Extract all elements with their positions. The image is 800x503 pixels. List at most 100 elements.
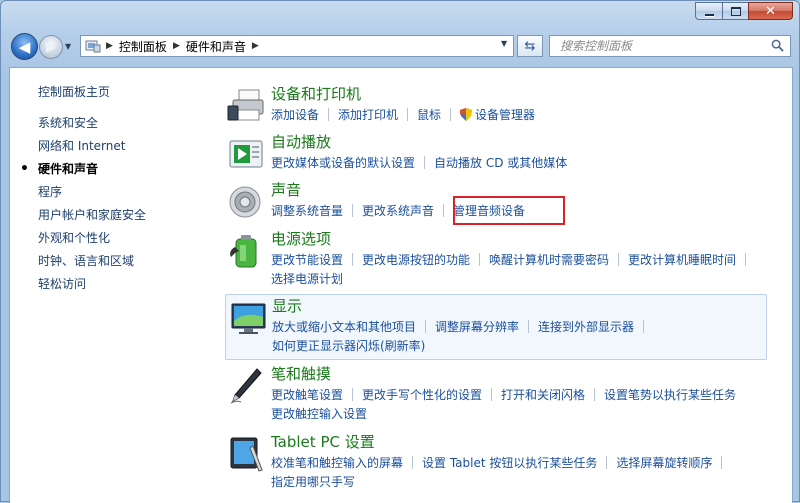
maximize-icon <box>730 6 741 16</box>
category-title[interactable]: Tablet PC 设置 <box>271 431 375 452</box>
sidebar-item-ease-of-access[interactable]: 轻松访问 <box>38 273 208 296</box>
link-choose-power-plan[interactable]: 选择电源计划 <box>271 270 343 289</box>
category-title[interactable]: 笔和触摸 <box>271 363 331 384</box>
link-divider <box>425 320 427 333</box>
back-button[interactable]: ◀ <box>11 33 38 60</box>
search-placeholder: 搜索控制面板 <box>560 39 633 53</box>
link-manage-audio-devices[interactable]: 管理音频设备 <box>453 202 525 221</box>
refresh-icon: ⇆ <box>524 38 536 54</box>
link-divider <box>352 204 354 217</box>
link-divider <box>528 320 530 333</box>
search-input[interactable]: 搜索控制面板 <box>549 35 791 57</box>
link-change-sleep-time[interactable]: 更改计算机睡眠时间 <box>628 251 736 270</box>
link-power-button-function[interactable]: 更改电源按钮的功能 <box>362 251 470 270</box>
link-divider <box>424 156 426 169</box>
category-links: 添加设备 添加打印机 鼠标 设备管理器 <box>271 106 771 125</box>
link-mouse[interactable]: 鼠标 <box>417 106 441 125</box>
sidebar-item-programs[interactable]: 程序 <box>38 181 208 204</box>
link-divider <box>594 388 596 401</box>
tablet-icon <box>230 437 263 472</box>
uac-shield-icon <box>460 108 473 121</box>
sidebar-item-appearance[interactable]: 外观和个性化 <box>38 227 208 250</box>
battery-icon <box>230 235 257 268</box>
category-tablet-pc-settings: Tablet PC 设置 校准笔和触控输入的屏幕 设置 Tablet 按钮以执行某… <box>222 431 766 495</box>
category-title[interactable]: 电源选项 <box>271 228 331 249</box>
link-divider <box>412 456 414 469</box>
category-title[interactable]: 声音 <box>271 179 301 200</box>
link-adjust-resolution[interactable]: 调整屏幕分辨率 <box>435 318 519 337</box>
breadcrumb-control-panel[interactable]: 控制面板 <box>119 38 167 55</box>
refresh-button[interactable]: ⇆ <box>517 35 543 57</box>
link-divider <box>643 320 645 333</box>
sidebar-item-user-accounts[interactable]: 用户帐户和家庭安全 <box>38 204 208 227</box>
breadcrumb-separator[interactable]: ▶ <box>252 41 259 51</box>
link-handwriting-personalization[interactable]: 更改手写个性化的设置 <box>362 386 482 405</box>
breadcrumb-hardware-and-sound[interactable]: 硬件和声音 <box>186 38 246 55</box>
link-connect-external-display[interactable]: 连接到外部显示器 <box>538 318 634 337</box>
link-adjust-system-volume[interactable]: 调整系统音量 <box>271 202 343 221</box>
minimize-icon <box>704 13 714 16</box>
minimize-button[interactable] <box>695 2 722 20</box>
breadcrumb-separator[interactable]: ▶ <box>106 41 113 51</box>
link-specify-handedness[interactable]: 指定用哪只手写 <box>271 473 355 492</box>
link-add-device[interactable]: 添加设备 <box>271 106 319 125</box>
link-divider <box>450 108 452 121</box>
link-divider <box>618 253 620 266</box>
link-autoplay-cd[interactable]: 自动播放 CD 或其他媒体 <box>434 154 567 173</box>
search-icon <box>771 39 784 52</box>
link-calibrate-screen[interactable]: 校准笔和触控输入的屏幕 <box>271 454 403 473</box>
category-title[interactable]: 设备和打印机 <box>271 83 361 104</box>
category-display: 显示 放大或缩小文本和其他项目 调整屏幕分辨率 连接到外部显示器如何更正显示器闪烁(… <box>225 294 767 360</box>
breadcrumb-separator[interactable]: ▶ <box>173 41 180 51</box>
category-links: 更改触笔设置 更改手写个性化的设置 打开和关闭闪格 设置笔势以执行某些任务更改触控输入… <box>271 386 771 424</box>
category-devices-and-printers: 设备和打印机 添加设备 添加打印机 鼠标 设备管理器 <box>222 83 766 129</box>
navigation-bar: ◀ ▶ ▼ ▶ 控制面板 ▶ 硬件和声音 ▶ ▼ ⇆ 搜索控制面板 <box>1 33 800 61</box>
printer-icon <box>227 89 264 121</box>
close-icon: ✕ <box>765 3 776 19</box>
link-divider <box>491 388 493 401</box>
category-pen-and-touch: 笔和触摸 更改触笔设置 更改手写个性化的设置 打开和关闭闪格 设置笔势以执行某些任务更… <box>222 363 766 427</box>
link-set-tablet-buttons[interactable]: 设置 Tablet 按钮以执行某些任务 <box>422 454 597 473</box>
link-add-printer[interactable]: 添加打印机 <box>338 106 398 125</box>
link-change-system-sounds[interactable]: 更改系统声音 <box>362 202 434 221</box>
category-links: 调整系统音量 更改系统声音 管理音频设备 <box>271 202 771 221</box>
link-change-default-media-settings[interactable]: 更改媒体或设备的默认设置 <box>271 154 415 173</box>
link-change-pen-settings[interactable]: 更改触笔设置 <box>271 386 343 405</box>
sidebar-item-clock-language-region[interactable]: 时钟、语言和区域 <box>38 250 208 273</box>
sidebar-item-network-and-internet[interactable]: 网络和 Internet <box>38 135 208 158</box>
maximize-button[interactable] <box>722 2 748 20</box>
recent-pages-dropdown[interactable]: ▼ <box>65 42 71 51</box>
link-divider <box>352 388 354 401</box>
category-links: 校准笔和触控输入的屏幕 设置 Tablet 按钮以执行某些任务 选择屏幕旋转顺序指定… <box>271 454 771 492</box>
monitor-icon <box>231 303 266 334</box>
forward-button[interactable]: ▶ <box>39 35 63 59</box>
sidebar-item-system-and-security[interactable]: 系统和安全 <box>38 112 208 135</box>
category-links: 更改节能设置 更改电源按钮的功能 唤醒计算机时需要密码 更改计算机睡眠时间选择电源计划 <box>271 251 771 289</box>
link-resize-text[interactable]: 放大或缩小文本和其他项目 <box>272 318 416 337</box>
category-power-options: 电源选项 更改节能设置 更改电源按钮的功能 唤醒计算机时需要密码 更改计算机睡眠时间选… <box>222 228 766 292</box>
link-divider <box>352 253 354 266</box>
address-bar[interactable]: ▶ 控制面板 ▶ 硬件和声音 ▶ <box>80 35 514 57</box>
link-divider <box>745 253 747 266</box>
address-dropdown-icon[interactable]: ▼ <box>501 39 507 48</box>
link-require-password-on-wakeup[interactable]: 唤醒计算机时需要密码 <box>489 251 609 270</box>
close-button[interactable]: ✕ <box>748 2 793 20</box>
link-fix-monitor-flicker[interactable]: 如何更正显示器闪烁(刷新率) <box>272 337 425 356</box>
link-divider <box>606 456 608 469</box>
category-title[interactable]: 自动播放 <box>271 131 331 152</box>
link-change-power-saving-settings[interactable]: 更改节能设置 <box>271 251 343 270</box>
link-device-manager[interactable]: 设备管理器 <box>475 106 535 125</box>
back-arrow-icon: ◀ <box>18 37 31 56</box>
autoplay-icon <box>229 140 263 168</box>
category-title[interactable]: 显示 <box>272 295 302 316</box>
link-screen-rotation-order[interactable]: 选择屏幕旋转顺序 <box>616 454 712 473</box>
link-divider <box>443 204 445 217</box>
sidebar-item-control-panel-home[interactable]: 控制面板主页 <box>38 81 208 104</box>
link-toggle-flicks[interactable]: 打开和关闭闪格 <box>501 386 585 405</box>
link-change-touch-input-settings[interactable]: 更改触控输入设置 <box>271 405 367 424</box>
category-sound: 声音 调整系统音量 更改系统声音 管理音频设备 <box>222 179 766 225</box>
pen-icon <box>230 368 262 404</box>
link-set-flicks-tasks[interactable]: 设置笔势以执行某些任务 <box>604 386 736 405</box>
link-divider <box>407 108 409 121</box>
content-pane: 控制面板主页 系统和安全 网络和 Internet 硬件和声音 程序 用户帐户和… <box>9 67 793 503</box>
